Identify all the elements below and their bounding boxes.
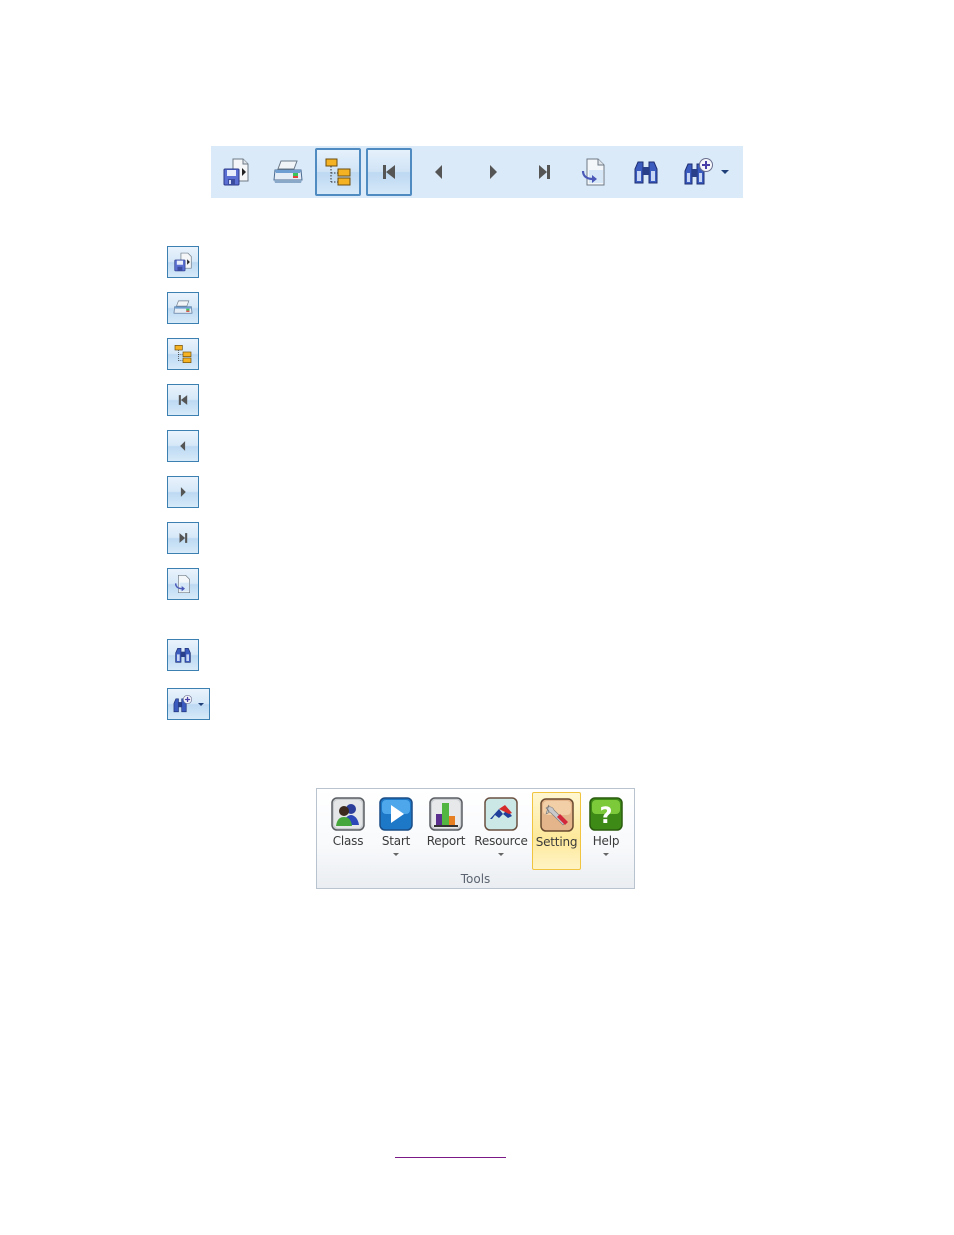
ribbon-help-button[interactable]: ? Help (585, 792, 627, 870)
icon-list-export (167, 246, 199, 278)
goto-page-icon (581, 158, 605, 186)
tree-view-button[interactable] (315, 148, 361, 196)
resource-icon (484, 797, 518, 831)
ribbon-tools-group: Class Start Report Resource Setting ? He… (316, 788, 635, 889)
export-button[interactable] (213, 148, 259, 196)
first-page-icon (178, 395, 188, 405)
ribbon-report-label: Report (426, 834, 466, 848)
ribbon-class-label: Class (332, 834, 364, 848)
tree-view-icon (325, 158, 351, 186)
ribbon-class-button[interactable]: Class (325, 792, 371, 870)
report-viewer-toolbar (211, 146, 743, 198)
printer-icon (173, 300, 193, 314)
print-button[interactable] (265, 148, 311, 196)
ribbon-group-label: Tools (460, 872, 491, 886)
export-save-icon (223, 158, 249, 186)
icon-list-first (167, 384, 199, 416)
binoculars-icon (175, 648, 191, 663)
dropdown-caret-icon (198, 702, 204, 706)
ribbon-resource-button[interactable]: Resource (473, 792, 529, 870)
hyperlink-underline[interactable] (395, 1157, 506, 1158)
icon-list-next (167, 476, 199, 508)
svg-text:?: ? (600, 804, 613, 829)
find-button[interactable] (623, 148, 669, 196)
setting-wrench-icon (539, 798, 574, 832)
dropdown-caret-icon (721, 170, 729, 174)
ribbon-setting-button[interactable]: Setting (532, 792, 581, 870)
export-save-icon (174, 252, 192, 272)
previous-page-icon (180, 441, 186, 451)
dropdown-caret-icon (498, 853, 504, 856)
next-page-button[interactable] (470, 148, 516, 196)
binoculars-icon (634, 161, 658, 184)
icon-list-find (167, 639, 199, 671)
last-page-icon (179, 533, 188, 543)
icon-list-last (167, 522, 199, 554)
report-chart-icon (429, 797, 463, 831)
binoculars-plus-icon (684, 158, 713, 185)
first-page-icon (383, 165, 395, 179)
class-users-icon (331, 797, 365, 831)
previous-page-icon (435, 165, 442, 179)
ribbon-setting-label: Setting (535, 835, 578, 849)
printer-icon (273, 160, 303, 183)
icon-list-print (167, 292, 199, 324)
dropdown-caret-icon (393, 853, 399, 856)
next-page-icon (490, 165, 497, 179)
tree-view-icon (174, 344, 192, 363)
start-play-icon (379, 797, 413, 831)
find-options-button[interactable] (676, 148, 738, 196)
icon-list-goto (167, 568, 199, 600)
goto-page-button[interactable] (571, 148, 617, 196)
ribbon-start-label: Start (381, 834, 411, 848)
goto-page-icon (174, 575, 190, 593)
next-page-icon (180, 487, 186, 497)
help-question-icon: ? (589, 797, 623, 831)
first-page-button[interactable] (366, 148, 412, 196)
icon-list-find-options (167, 688, 210, 720)
icon-list-previous (167, 430, 199, 462)
previous-page-button[interactable] (416, 148, 462, 196)
last-page-button[interactable] (521, 148, 567, 196)
ribbon-report-button[interactable]: Report (423, 792, 469, 870)
last-page-icon (539, 165, 550, 179)
binoculars-plus-icon (173, 694, 193, 713)
icon-list-tree (167, 338, 199, 370)
dropdown-caret-icon (603, 853, 609, 856)
ribbon-resource-label: Resource (474, 834, 528, 848)
ribbon-start-button[interactable]: Start (375, 792, 417, 870)
ribbon-help-label: Help (592, 834, 620, 848)
